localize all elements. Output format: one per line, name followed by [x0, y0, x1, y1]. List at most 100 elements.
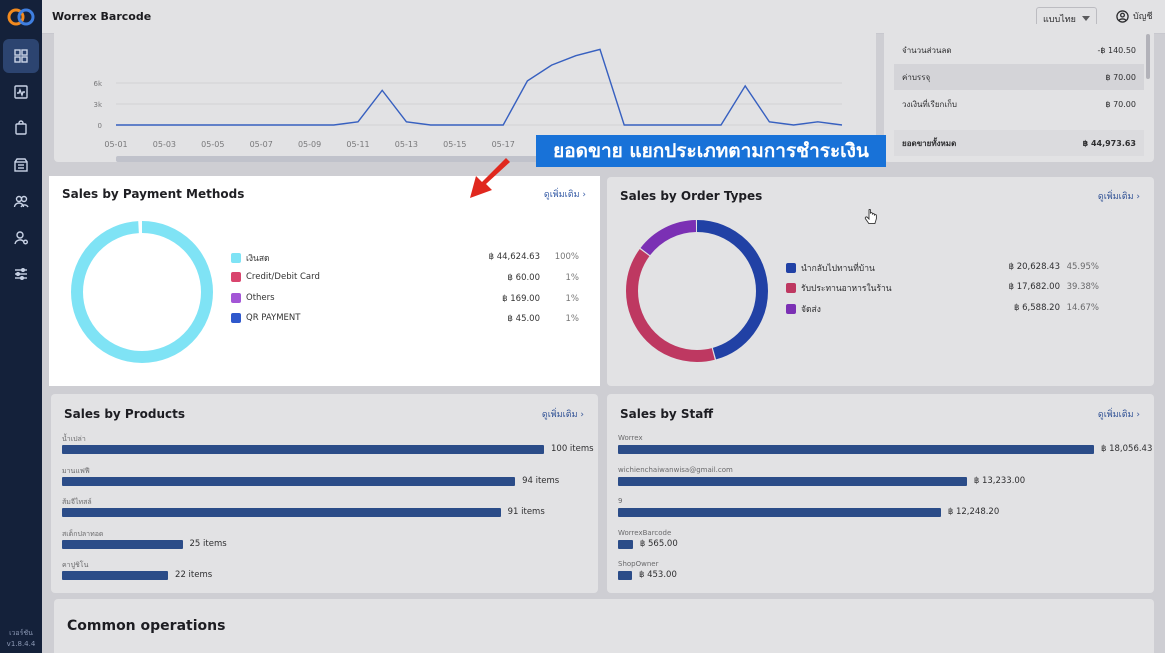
- x-tick-label: 05-01: [104, 140, 127, 149]
- users-icon: [13, 195, 29, 208]
- summary-value: ฿ 70.00: [1105, 72, 1136, 82]
- legend-swatch: [786, 263, 796, 273]
- legend-percent: 1%: [565, 314, 580, 324]
- bar-value: ฿ 13,233.00: [973, 475, 1026, 486]
- sales-summary: จำนวนส่วนลด -฿ 140.50 ค่าบรรจุ ฿ 70.00 ว…: [884, 24, 1154, 162]
- bar-value: ฿ 565.00: [639, 538, 678, 549]
- legend-amount: ฿ 169.00: [502, 294, 540, 304]
- legend-swatch: [231, 313, 241, 323]
- bag-icon: [15, 120, 27, 135]
- legend-item: จัดส่ง: [786, 302, 821, 316]
- summary-scrollbar[interactable]: [1146, 34, 1150, 79]
- sidebar: เวอร์ชัน v1.8.4.4: [0, 0, 42, 653]
- legend-item: Credit/Debit Card: [231, 272, 320, 282]
- account-button[interactable]: บัญชี: [1116, 9, 1153, 23]
- nav-staff[interactable]: [3, 221, 39, 255]
- legend-item: นำกลับไปทานที่บ้าน: [786, 261, 875, 275]
- bar[interactable]: [618, 445, 1094, 454]
- summary-value: ฿ 70.00: [1105, 99, 1136, 109]
- grid-icon: [14, 49, 28, 63]
- bar-value: 22 items: [175, 570, 213, 580]
- user-settings-icon: [14, 231, 28, 245]
- x-tick-label: 05-03: [153, 140, 176, 149]
- see-more-link[interactable]: ดูเพิ่มเติม ›: [1098, 189, 1140, 203]
- bar-value: 100 items: [551, 444, 594, 454]
- activity-icon: [14, 85, 28, 99]
- legend-percent: 39.38%: [1066, 282, 1099, 292]
- bar-label: wichienchaiwanwisa@gmail.com: [618, 465, 733, 474]
- bar-value: ฿ 18,056.43: [1101, 444, 1153, 454]
- bar-label: ShopOwner: [618, 560, 659, 568]
- legend-label: นำกลับไปทานที่บ้าน: [801, 264, 875, 274]
- sales-by-staff-card: Sales by Staff ดูเพิ่มเติม › Worrex ฿ 18,…: [607, 394, 1154, 593]
- bar[interactable]: [62, 445, 544, 454]
- account-label: บัญชี: [1133, 12, 1153, 22]
- bar-label: น้ำเปล่า: [62, 435, 86, 443]
- nav-settings[interactable]: [3, 257, 39, 291]
- sales-by-products-card: Sales by Products ดูเพิ่มเติม › น้ำเปล่า…: [51, 394, 598, 593]
- bar-label: สเต็กปลาทอด: [62, 529, 104, 538]
- section-title: Sales by Payment Methods: [62, 187, 245, 201]
- bar[interactable]: [618, 571, 632, 580]
- bar[interactable]: [62, 476, 516, 486]
- legend-label: รับประทานอาหารในร้าน: [801, 284, 892, 294]
- sales-by-payment-methods-card: Sales by Payment Methods ดูเพิ่มเติม › เ…: [49, 176, 600, 386]
- annotation-arrow-icon: [470, 158, 510, 198]
- summary-label: วงเงินที่เรียกเก็บ: [902, 99, 957, 109]
- section-title: Sales by Products: [64, 407, 185, 421]
- summary-value: ฿ 44,973.63: [1082, 138, 1136, 148]
- user-circle-icon: [1116, 9, 1129, 23]
- legend-amount: ฿ 44,624.63: [488, 252, 540, 262]
- bar-label: มานแฟฟี: [62, 466, 90, 475]
- nav-orders[interactable]: [3, 111, 39, 145]
- bar-label: WorrexBarcode: [618, 528, 672, 537]
- legend-swatch: [786, 304, 796, 314]
- legend-item: QR PAYMENT: [231, 313, 300, 323]
- y-tick-label: 6k: [93, 80, 102, 88]
- legend-label: Credit/Debit Card: [246, 272, 320, 282]
- summary-value: -฿ 140.50: [1097, 45, 1136, 55]
- nav-dashboard[interactable]: [3, 39, 39, 73]
- legend-amount: ฿ 20,628.43: [1008, 262, 1060, 272]
- annotation-banner: ยอดขาย แยกประเภทตามการชำระเงิน: [536, 135, 886, 167]
- legend-percent: 100%: [554, 252, 579, 262]
- legend-percent: 1%: [565, 294, 580, 304]
- version-number: v1.8.4.4: [6, 640, 36, 648]
- sales-line: [116, 48, 843, 126]
- common-operations-card: Common operations: [54, 599, 1154, 653]
- bar-label: 9: [618, 497, 623, 505]
- legend-swatch: [786, 283, 796, 293]
- summary-label: จำนวนส่วนลด: [902, 45, 952, 55]
- legend-label: Others: [246, 293, 275, 303]
- bar-value: 94 items: [522, 475, 560, 486]
- sliders-icon: [15, 268, 27, 280]
- bar[interactable]: [618, 539, 633, 549]
- bar[interactable]: [618, 476, 967, 486]
- caret-down-icon: [1082, 16, 1090, 21]
- app-logo-icon: [7, 8, 35, 26]
- legend-label: QR PAYMENT: [246, 313, 301, 323]
- x-tick-label: 05-15: [443, 140, 466, 149]
- legend-amount: ฿ 17,682.00: [1008, 282, 1060, 292]
- x-tick-label: 05-13: [395, 140, 418, 149]
- legend-amount: ฿ 6,588.20: [1014, 303, 1060, 313]
- legend-swatch: [231, 253, 241, 263]
- nav-customers[interactable]: [3, 184, 39, 218]
- summary-row-discount: จำนวนส่วนลด -฿ 140.50: [894, 37, 1144, 63]
- legend-label: เงินสด: [246, 254, 270, 264]
- see-more-link[interactable]: ดูเพิ่มเติม ›: [542, 407, 584, 421]
- bar[interactable]: [62, 508, 501, 517]
- see-more-link[interactable]: ดูเพิ่มเติม ›: [544, 187, 586, 201]
- payment-method-slice-0[interactable]: [71, 221, 213, 363]
- see-more-link[interactable]: ดูเพิ่มเติม ›: [1098, 407, 1140, 421]
- summary-row-total: ยอดขายทั้งหมด ฿ 44,973.63: [894, 130, 1144, 156]
- bar[interactable]: [618, 508, 941, 517]
- nav-reports[interactable]: [3, 75, 39, 109]
- legend-percent: 14.67%: [1066, 303, 1099, 313]
- bar-label: คาปูชิโน: [62, 561, 89, 569]
- bar[interactable]: [62, 539, 183, 549]
- nav-store[interactable]: [3, 148, 39, 182]
- bar[interactable]: [62, 571, 169, 580]
- bar-value: ฿ 12,248.20: [947, 507, 1000, 517]
- bar-label: ส้มจีไทสล์: [62, 498, 92, 506]
